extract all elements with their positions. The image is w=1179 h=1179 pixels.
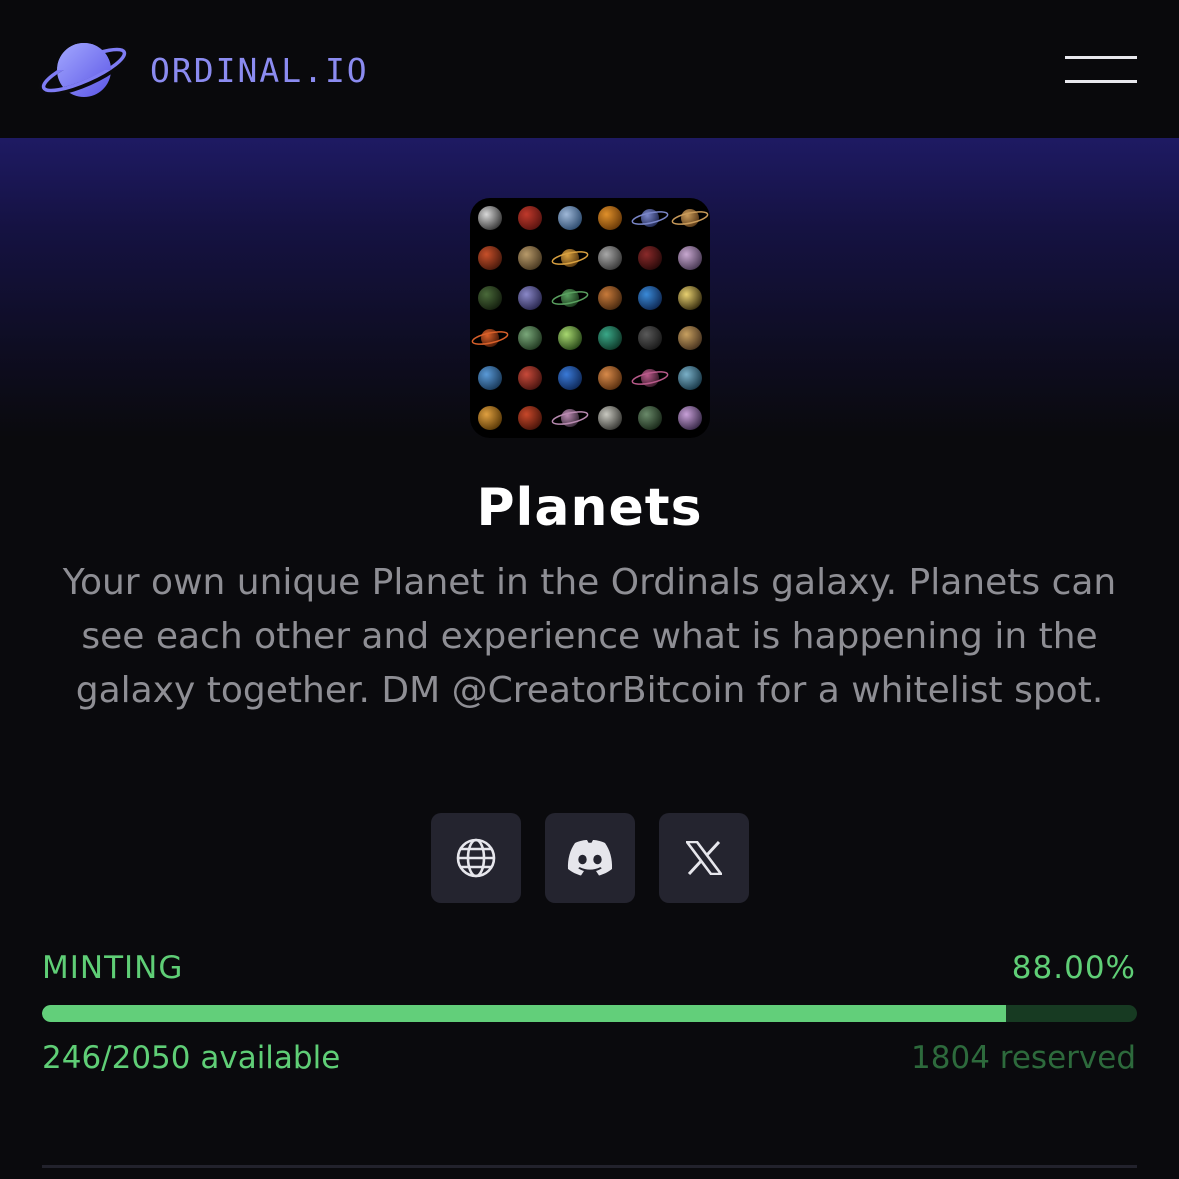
planet-thumbnail — [678, 406, 702, 430]
planet-thumbnail — [478, 406, 502, 430]
planet-thumbnail — [598, 206, 622, 230]
menu-line — [1065, 80, 1137, 83]
planet-thumbnail — [518, 286, 542, 310]
collection-title: Planets — [476, 478, 703, 538]
planet-thumbnail — [478, 246, 502, 270]
mint-progress-fill — [42, 1005, 1006, 1022]
mint-progress-bar — [42, 1005, 1137, 1022]
x-logo-icon — [686, 841, 722, 875]
reserved-count: 1804 reserved — [911, 1040, 1136, 1076]
brand-name: ORDINAL.IO — [150, 50, 369, 90]
planet-thumbnail — [638, 326, 662, 350]
planet-thumbnail — [518, 326, 542, 350]
mint-percent: 88.00% — [1011, 950, 1136, 986]
planet-thumbnail — [598, 326, 622, 350]
menu-line — [1065, 56, 1137, 59]
planet-thumbnail — [678, 326, 702, 350]
collection-description: Your own unique Planet in the Ordinals g… — [62, 562, 1117, 711]
planet-thumbnail — [558, 366, 582, 390]
planet-thumbnail — [638, 286, 662, 310]
planet-thumbnail — [598, 246, 622, 270]
discord-link-button[interactable] — [545, 813, 635, 903]
collection-thumbnail — [470, 198, 710, 438]
planet-thumbnail — [518, 406, 542, 430]
planet-thumbnail — [678, 366, 702, 390]
section-divider — [42, 1165, 1137, 1168]
page: ORDINAL.IO Planets Your own unique Plane… — [0, 0, 1179, 1179]
discord-icon — [567, 840, 613, 876]
planet-thumbnail — [598, 366, 622, 390]
globe-icon — [456, 838, 496, 878]
home-logo-link[interactable]: ORDINAL.IO — [38, 36, 369, 104]
hamburger-menu-icon[interactable] — [1062, 52, 1138, 88]
planet-thumbnail — [558, 206, 582, 230]
planet-thumbnail — [518, 206, 542, 230]
x-link-button[interactable] — [659, 813, 749, 903]
planets-grid-image — [471, 206, 709, 430]
planet-thumbnail — [478, 366, 502, 390]
planet-thumbnail — [638, 406, 662, 430]
planet-thumbnail — [638, 246, 662, 270]
planet-thumbnail — [598, 406, 622, 430]
website-link-button[interactable] — [431, 813, 521, 903]
planet-thumbnail — [518, 366, 542, 390]
planet-thumbnail — [598, 286, 622, 310]
available-count: 246/2050 available — [42, 1040, 341, 1076]
planet-icon — [38, 43, 130, 97]
top-header: ORDINAL.IO — [0, 0, 1179, 138]
planet-thumbnail — [518, 246, 542, 270]
planet-thumbnail — [478, 206, 502, 230]
planet-thumbnail — [678, 286, 702, 310]
planet-thumbnail — [678, 246, 702, 270]
mint-status: MINTING — [42, 950, 184, 986]
planet-thumbnail — [558, 326, 582, 350]
planet-thumbnail — [478, 286, 502, 310]
